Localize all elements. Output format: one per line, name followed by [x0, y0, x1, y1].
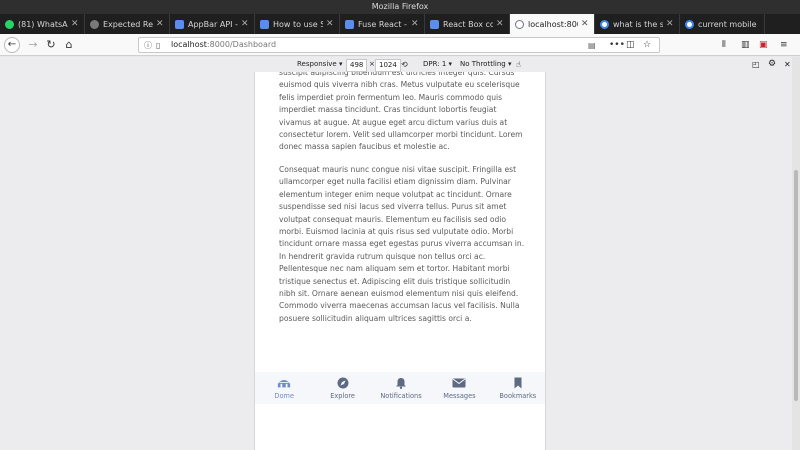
forward-button[interactable]: → — [25, 37, 41, 53]
tab-whatsapp[interactable]: (81) WhatsApp ✕ — [0, 14, 85, 34]
dome-icon — [278, 379, 291, 387]
close-icon[interactable]: ✕ — [496, 19, 504, 29]
home-button[interactable]: ⌂ — [61, 37, 77, 53]
tab-how-to-use[interactable]: How to use SV ✕ — [255, 14, 340, 34]
nav-item-messages[interactable]: Messages — [430, 372, 488, 404]
bookmark-star-icon[interactable]: ☆ — [643, 37, 651, 53]
close-icon[interactable]: ✕ — [156, 19, 164, 29]
mui-icon — [175, 19, 184, 29]
reload-button[interactable]: ↻ — [43, 37, 59, 53]
more-actions-icon[interactable]: ••• — [609, 37, 625, 53]
tab-label: localhost:8000 — [528, 19, 578, 29]
gear-icon[interactable]: ⚙ — [768, 59, 776, 70]
close-icon[interactable]: ✕ — [666, 19, 674, 29]
bell-icon — [396, 377, 407, 389]
fuse-icon — [345, 19, 354, 29]
nav-item-label: Notifications — [380, 391, 422, 400]
tab-label: Expected Retu — [103, 19, 153, 29]
rotate-icon[interactable]: ⟲ — [401, 59, 408, 70]
vertical-scrollbar[interactable] — [792, 57, 800, 450]
info-icon[interactable]: ⓘ — [144, 39, 152, 53]
device-label: Responsive — [297, 60, 337, 68]
width-input[interactable]: 498 — [346, 59, 368, 72]
reader-view-icon[interactable]: ▤ — [588, 39, 596, 53]
tab-strip: (81) WhatsApp ✕ Expected Retu ✕ AppBar A… — [0, 14, 800, 34]
nav-item-bookmarks[interactable]: Bookmarks — [489, 372, 545, 404]
close-icon[interactable]: ✕ — [71, 19, 79, 29]
library-icon[interactable]: ⫴ — [722, 37, 726, 53]
whatsapp-icon — [5, 19, 14, 29]
mui-icon — [430, 19, 439, 29]
nav-item-dome[interactable]: Dome — [255, 372, 313, 404]
throttling-select[interactable]: No Throttling ▾ — [460, 59, 511, 70]
nav-item-label: Explore — [330, 391, 355, 400]
tab-appbar-api[interactable]: AppBar API - M ✕ — [170, 14, 255, 34]
device-frame: suscipit adipiscing bibendum est ultrici… — [254, 72, 546, 450]
bottom-navigation: Dome Explore Notifications Messages Book… — [255, 372, 545, 404]
nav-item-label: Dome — [274, 391, 294, 400]
height-input[interactable]: 1024 — [375, 59, 401, 72]
google-icon — [685, 19, 694, 29]
tab-label: Fuse React - M — [358, 19, 408, 29]
dpr-label: DPR: 1 — [423, 60, 447, 68]
dpr-select[interactable]: DPR: 1 ▾ — [423, 59, 452, 70]
viewport: Responsive ▾ 498 × 1024 ⟲ DPR: 1 ▾ No Th… — [0, 57, 800, 450]
url-bar[interactable]: ⓘ ▯ localhost:8000/Dashboard ▤ — [138, 37, 660, 53]
paragraph: Consequat mauris nunc congue nisi vitae … — [279, 165, 525, 323]
url-host: localhost — [171, 40, 207, 49]
nav-item-label: Bookmarks — [499, 391, 537, 400]
url-path: :8000/Dashboard — [206, 40, 277, 49]
navigation-toolbar: ← → ↻ ⌂ ⓘ ▯ localhost:8000/Dashboard ▤ •… — [0, 34, 800, 56]
responsive-design-toolbar: Responsive ▾ 498 × 1024 ⟲ DPR: 1 ▾ No Th… — [0, 57, 791, 72]
menu-icon[interactable]: ≡ — [780, 37, 788, 53]
bookmark-icon — [514, 377, 522, 388]
nav-item-notifications[interactable]: Notifications — [372, 372, 430, 404]
globe-icon — [515, 19, 524, 29]
nav-item-explore[interactable]: Explore — [313, 372, 371, 404]
tab-localhost[interactable]: localhost:8000 ✕ — [510, 14, 595, 34]
mail-icon — [452, 378, 466, 387]
sidebar-icon[interactable]: ▥ — [741, 37, 750, 53]
scrollbar-thumb[interactable] — [794, 170, 798, 401]
tab-label: How to use SV — [273, 19, 323, 29]
tab-label: React Box com — [443, 19, 493, 29]
close-icon[interactable]: ✕ — [581, 19, 589, 29]
close-icon[interactable]: ✕ — [784, 59, 791, 70]
tab-fuse-react[interactable]: Fuse React - M ✕ — [340, 14, 425, 34]
back-button[interactable]: ← — [4, 37, 20, 53]
tab-google-search-2[interactable]: current mobile — [680, 14, 765, 34]
close-icon[interactable]: ✕ — [326, 19, 334, 29]
window-title: Mozilla Firefox — [0, 0, 800, 14]
nav-item-label: Messages — [443, 391, 476, 400]
tab-react-box[interactable]: React Box com ✕ — [425, 14, 510, 34]
page-icon: ▯ — [156, 41, 161, 50]
pocket-icon[interactable]: ◫ — [626, 37, 635, 53]
device-select[interactable]: Responsive ▾ — [297, 59, 342, 70]
google-icon — [600, 19, 609, 29]
tab-google-search-1[interactable]: what is the sm ✕ — [595, 14, 680, 34]
tab-expected-return[interactable]: Expected Retu ✕ — [85, 14, 170, 34]
tab-label: what is the sm — [613, 19, 663, 29]
tab-label: (81) WhatsApp — [18, 19, 68, 29]
throttling-label: No Throttling — [460, 60, 506, 68]
dimension-separator: × — [369, 60, 375, 68]
compass-icon — [337, 377, 349, 388]
extension-icon[interactable]: ▣ — [759, 37, 768, 53]
screenshot-icon[interactable]: ◰ — [752, 59, 760, 70]
close-icon[interactable]: ✕ — [241, 19, 249, 29]
mui-icon — [260, 19, 269, 29]
paragraph: suscipit adipiscing bibendum est ultrici… — [279, 72, 523, 152]
close-icon[interactable]: ✕ — [411, 19, 419, 29]
tab-label: current mobile — [698, 19, 757, 29]
touch-simulation-icon[interactable]: ☝ — [516, 59, 521, 70]
site-icon — [90, 19, 99, 29]
tab-label: AppBar API - M — [188, 19, 238, 29]
